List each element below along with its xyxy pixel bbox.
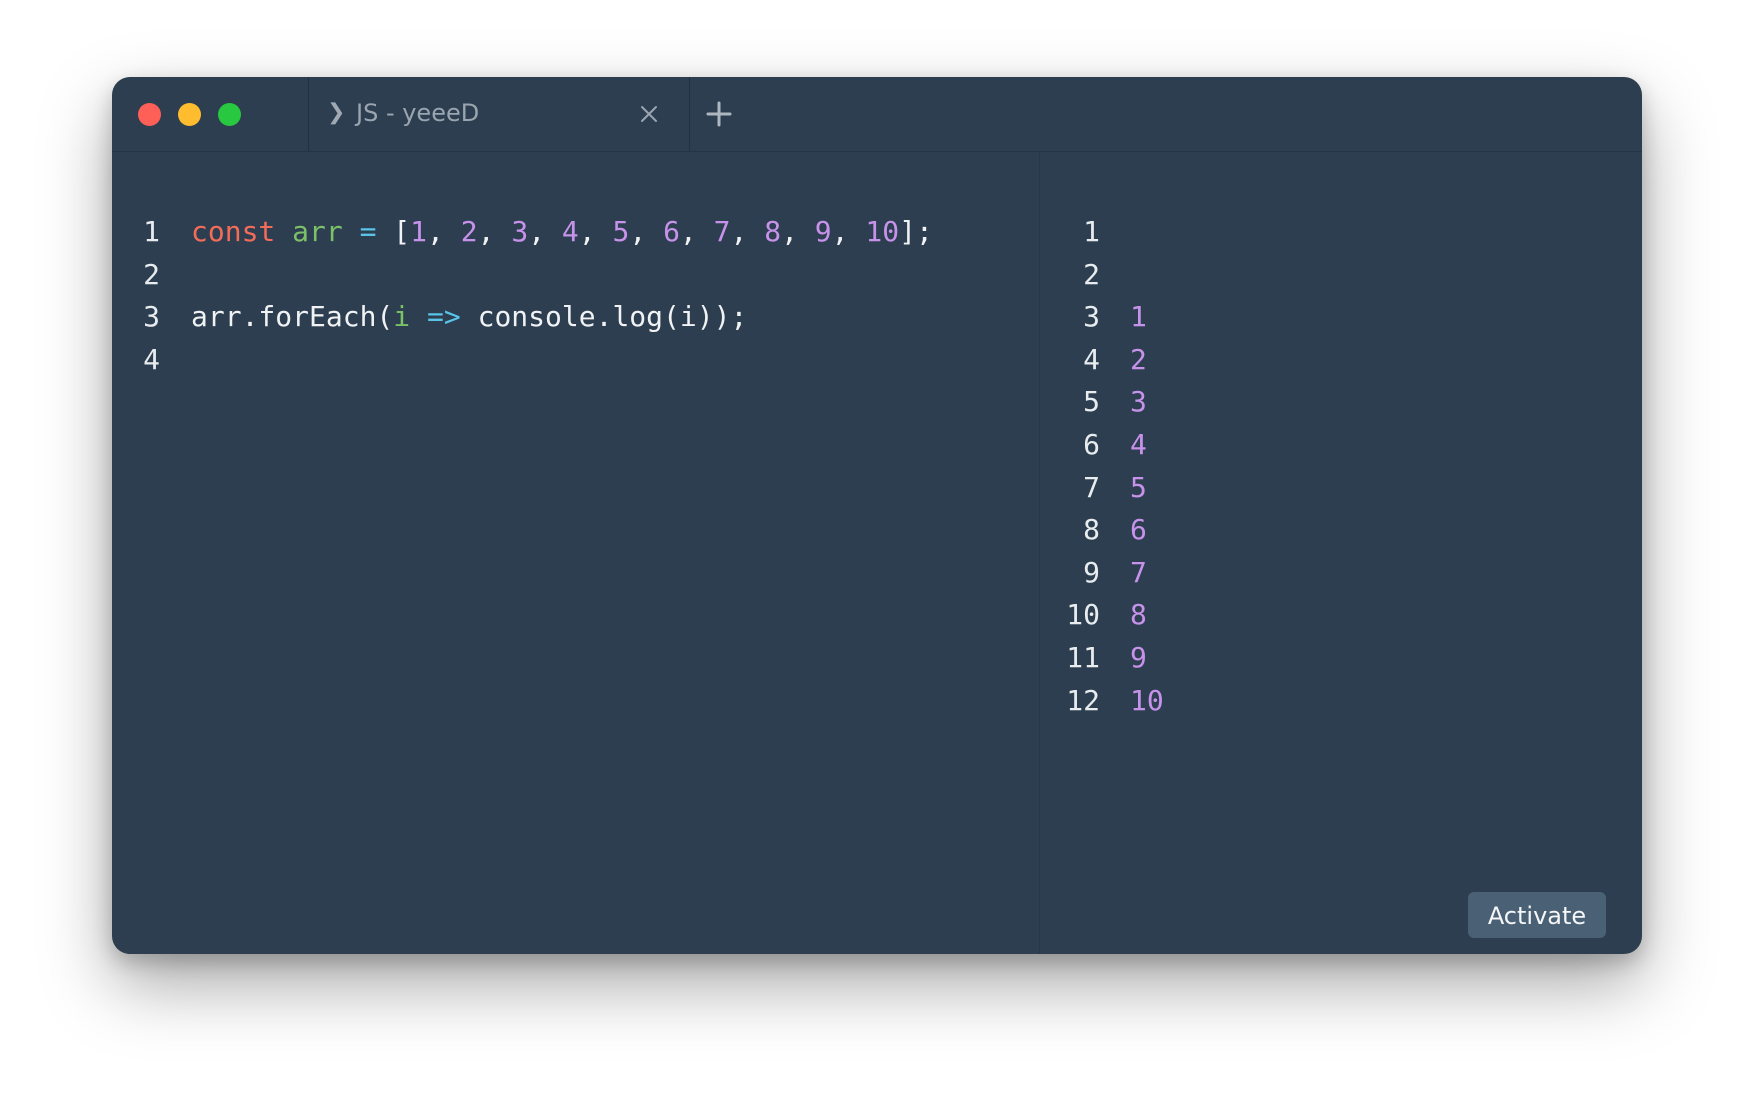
plus-icon[interactable] [704,99,734,129]
code-line: 2 [112,255,1039,295]
output-line: 10 8 [1040,595,1642,635]
code-token: , [578,215,613,248]
code-token: const [191,215,276,248]
output-line-number: 8 [1083,513,1100,547]
code-token: , [831,215,866,248]
output-line: 2 [1040,255,1642,295]
code-token: 5 [612,215,630,248]
code-token: arr [292,215,343,248]
code-text: const arr = [1, 2, 3, 4, 5, 6, 7, 8, 9, … [191,212,933,252]
app-window: ❯ JS - yeeeD 1 const arr = [1, 2, 3, 4, 5… [112,77,1642,954]
output-value: 2 [1130,342,1147,376]
output-line-number: 4 [1083,342,1100,376]
close-icon[interactable] [639,104,659,124]
output-line: 75 [1040,468,1642,508]
output-line: 11 9 [1040,638,1642,678]
code-token: => [427,300,461,333]
code-line: 3 arr.forEach(i => console.log(i)); [112,297,1039,337]
code-token: 8 [764,215,782,248]
output-line: 31 [1040,297,1642,337]
output-line: 86 [1040,510,1642,550]
output-value: 8 [1130,598,1147,632]
code-token: 7 [713,215,731,248]
code-text: arr.forEach(i => console.log(i)); [191,297,747,337]
code-token: = [359,215,377,248]
output-panel: 1 2 3 1 4 2 5 3 6 4 7 5 8 6 9 7 10 8 11 9 12 10 Activate [1040,152,1642,954]
tab-title: JS - yeeeD [356,99,480,127]
code-token: 2 [460,215,478,248]
output-line-number: 12 [1066,683,1100,717]
code-token: , [679,215,714,248]
maximize-window-button[interactable] [218,103,241,126]
output-line: 12 10 [1040,681,1642,721]
code-token: [ [376,215,411,248]
code-token: , [629,215,664,248]
chevron-right-icon: ❯ [327,100,346,125]
code-token: , [781,215,815,248]
tab-active[interactable]: ❯ JS - yeeeD [308,77,690,151]
output-value: 1 [1130,300,1147,334]
output-line-number: 6 [1083,428,1100,461]
output-line-number: 3 [1083,300,1100,334]
minimize-window-button[interactable] [178,103,201,126]
output-line-number: 7 [1083,470,1100,504]
output-value: 3 [1130,385,1147,419]
code-token: , [477,215,512,248]
code-token: arr.forEach( [191,300,394,333]
output-line: 97 [1040,553,1642,593]
output-line: 64 [1040,425,1642,465]
line-number: 1 [143,215,160,248]
code-line: 1 const arr = [1, 2, 3, 4, 5, 6, 7, 8, 9,… [112,212,1039,252]
code-token: 3 [511,215,529,248]
close-window-button[interactable] [138,103,161,126]
activate-button[interactable]: Activate [1468,892,1606,938]
output-line: 42 [1040,340,1642,380]
output-value: 7 [1130,555,1147,589]
output-line: 1 [1040,212,1642,252]
code-token: 1 [410,215,428,248]
code-token: , [730,215,765,248]
output-line-number: 1 [1083,215,1100,248]
code-token: 6 [663,215,680,248]
title-bar: ❯ JS - yeeeD [112,77,1642,152]
line-number: 3 [143,300,160,333]
output-line-number: 5 [1083,385,1100,419]
output-value: 9 [1130,641,1147,674]
output-value: 10 [1130,683,1164,717]
output-value: 4 [1130,428,1147,461]
code-token: , [528,215,562,248]
code-token: console.log(i)); [460,300,748,333]
output-line: 53 [1040,382,1642,422]
output-line-number: 11 [1066,641,1100,674]
code-editor[interactable]: 1 const arr = [1, 2, 3, 4, 5, 6, 7, 8, 9,… [112,152,1040,954]
code-token: 10 [865,215,900,248]
code-token: 4 [561,215,579,248]
output-value: 6 [1130,513,1147,547]
code-line: 4 [112,340,1039,380]
code-token: i [393,300,411,333]
line-number: 4 [143,342,160,376]
output-value: 5 [1130,470,1147,504]
line-number: 2 [143,257,160,291]
output-line-number: 9 [1083,555,1100,589]
code-token: , [427,215,461,248]
output-line-number: 10 [1066,598,1100,632]
code-token: ]; [899,215,933,248]
code-token: 9 [814,215,832,248]
output-line-number: 2 [1083,257,1100,291]
